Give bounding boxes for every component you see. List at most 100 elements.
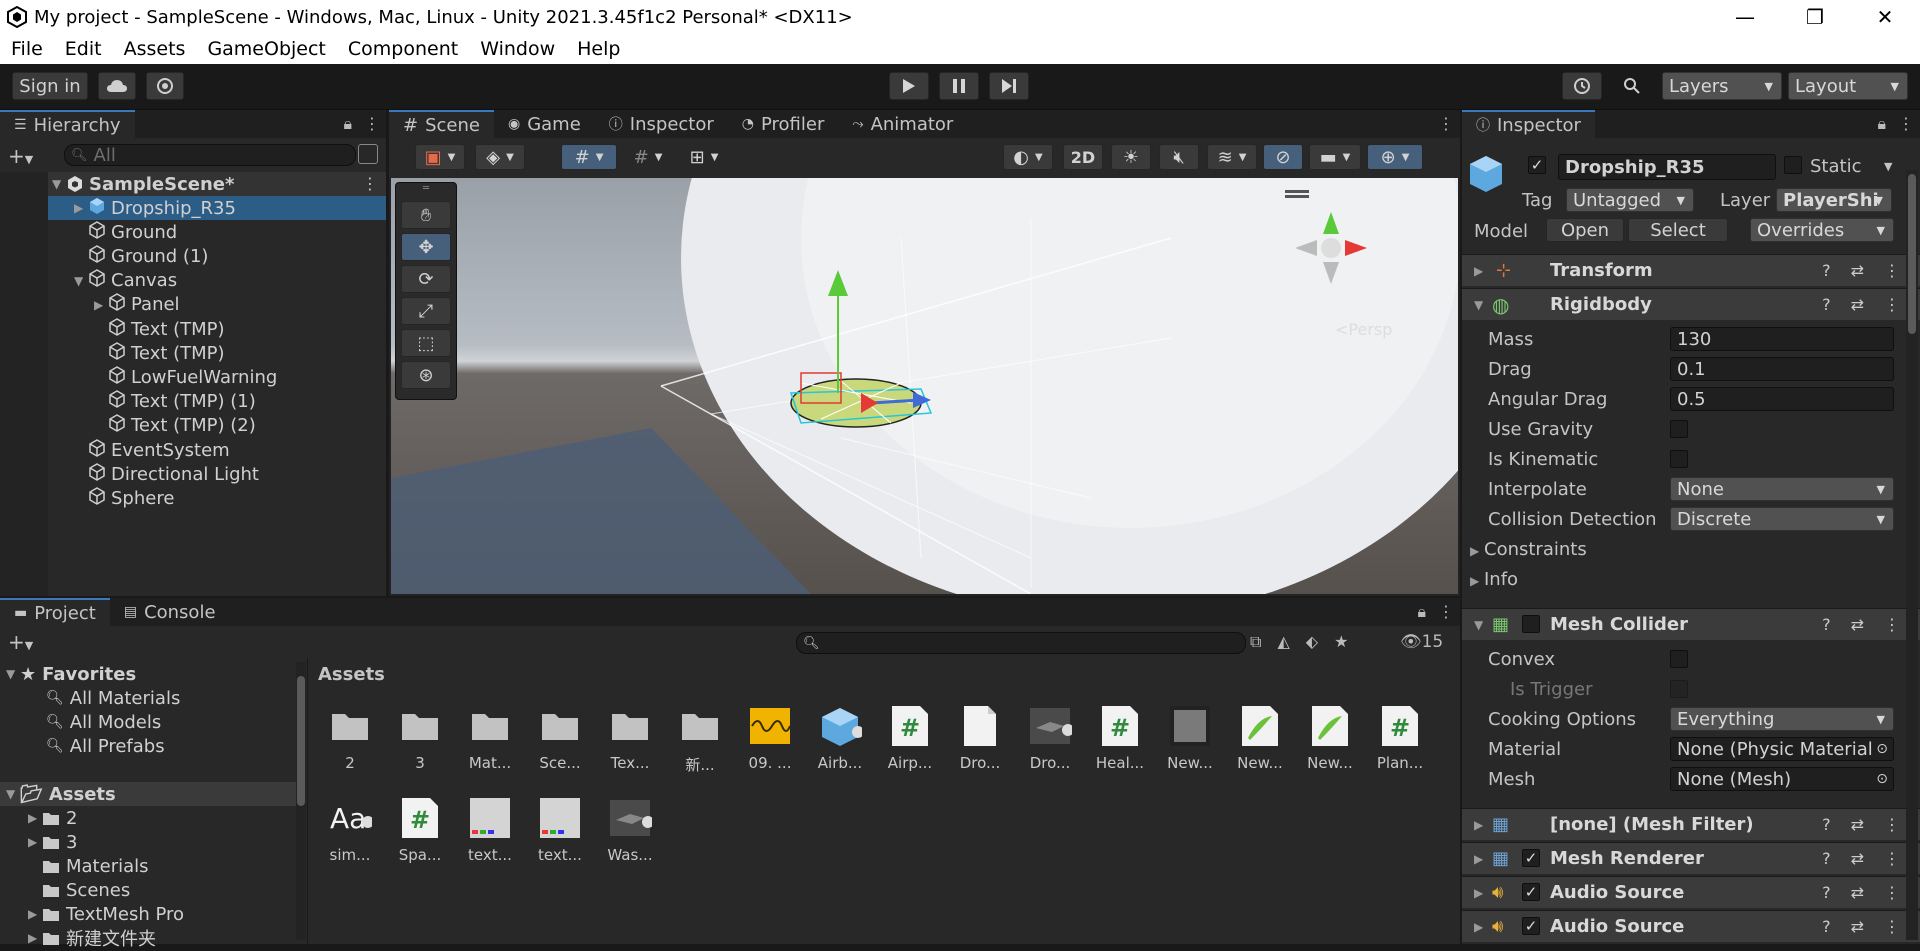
add-button[interactable]: +▼ [8,144,33,168]
tab-inspector-right[interactable]: ⓘ Inspector [1462,110,1595,138]
mass-field[interactable]: 130 [1670,327,1894,351]
asset-item[interactable]: Dro... [1018,704,1082,772]
tab-console[interactable]: ▤ Console [109,598,230,626]
pause-button[interactable] [939,72,979,100]
more-icon[interactable]: ⋮ [1884,295,1900,314]
info-foldout[interactable]: ▶ Info [1470,569,1518,590]
model-select-button[interactable]: Select [1628,218,1728,242]
material-field[interactable]: None (Physic Material ⊙ [1670,737,1894,761]
mesh-field[interactable]: None (Mesh) ⊙ [1670,767,1894,791]
asset-item[interactable]: Sce... [528,704,592,772]
projection-label[interactable]: <Persp [1335,320,1392,339]
asset-item[interactable]: Tex... [598,704,662,772]
convex-checkbox[interactable] [1670,650,1688,668]
sign-in-button[interactable]: Sign in [12,72,88,100]
layout-dropdown[interactable]: Layout ▼ [1788,72,1908,100]
expand-arrow-icon[interactable]: ▼ [52,177,66,191]
step-button[interactable] [989,72,1029,100]
drag-field[interactable]: 0.1 [1670,357,1894,381]
toggle-2d-button[interactable]: 2D [1063,144,1103,170]
menu-help[interactable]: Help [566,38,631,60]
mesh-renderer-header[interactable]: ▶ ▦ ✓ Mesh Renderer ? ⇄ ⋮ [1462,842,1920,874]
lock-icon[interactable]: 🔒︎ [343,114,352,134]
mesh-filter-header[interactable]: ▶ ▦ [none] (Mesh Filter) ? ⇄ ⋮ [1462,808,1920,840]
expand-arrow-icon[interactable]: ▶ [1474,920,1488,934]
cooking-options-dropdown[interactable]: Everything ▼ [1670,707,1894,731]
expand-arrow-icon[interactable]: ▼ [1474,298,1488,312]
preset-icon[interactable]: ⇄ [1851,615,1864,634]
assets-breadcrumb[interactable]: Assets [318,664,385,685]
more-icon[interactable]: ⋮ [1884,849,1900,868]
more-icon[interactable]: ⋮ [1438,602,1454,622]
hierarchy-item[interactable]: Ground [74,220,177,244]
help-icon[interactable]: ? [1822,917,1831,936]
close-button[interactable]: ✕ [1850,0,1920,34]
expand-arrow-icon[interactable]: ▶ [28,907,42,921]
more-icon[interactable]: ⋮ [1438,114,1454,133]
rect-tool-button[interactable]: ⬚ [401,329,451,357]
active-checkbox[interactable]: ✓ [1528,156,1546,174]
help-icon[interactable]: ? [1822,615,1831,634]
preset-icon[interactable]: ⇄ [1851,295,1864,314]
is-kinematic-checkbox[interactable] [1670,450,1688,468]
model-open-button[interactable]: Open [1546,218,1624,242]
expand-arrow-icon[interactable]: ▶ [28,931,42,945]
expand-arrow-icon[interactable]: ▶ [1474,886,1488,900]
asset-item[interactable]: Aa sim... [318,796,382,864]
visibility-button[interactable]: ⊘ [1263,144,1303,170]
more-icon[interactable]: ⋮ [1898,114,1914,134]
asset-item[interactable]: New... [1298,704,1362,772]
expand-arrow-icon[interactable]: ▼ [1474,618,1488,632]
audio-source-header-1[interactable]: ▶ 🔊︎ ✓ Audio Source ? ⇄ ⋮ [1462,876,1920,908]
preset-icon[interactable]: ⇄ [1851,883,1864,902]
scene-viewport[interactable]: <Persp ═ ✋︎ ✥ ⟳ ⤢ ⬚ ⊛ [391,178,1458,594]
expand-arrow-icon[interactable]: ▶ [1474,264,1488,278]
hierarchy-item[interactable]: Text (TMP) [94,341,225,365]
hierarchy-item[interactable]: Ground (1) [74,244,208,268]
hand-tool-button[interactable]: ✋︎ [401,201,451,229]
hierarchy-search-input[interactable]: 🔍︎ All [64,144,356,166]
render-mode-button[interactable]: ◈ ▼ [475,144,525,170]
draw-mode-button[interactable]: ▣ ▼ [415,144,465,170]
filter-type-icon[interactable]: ⧉ [1250,632,1261,652]
hierarchy-item[interactable]: LowFuelWarning [94,365,277,389]
asset-item[interactable]: Was... [598,796,662,864]
help-icon[interactable]: ? [1822,849,1831,868]
object-picker-icon[interactable]: ⊙ [1876,741,1888,757]
play-button[interactable] [889,72,929,100]
hierarchy-item[interactable]: Text (TMP) (2) [94,414,256,438]
scene-more-icon[interactable]: ⋮ [362,174,378,193]
tag-dropdown[interactable]: Untagged ▼ [1566,188,1694,212]
tab-inspector[interactable]: ⓘ Inspector [594,110,728,138]
tab-animator[interactable]: ⤳ Animator [838,110,968,138]
expand-arrow-icon[interactable]: ▶ [74,201,88,215]
static-dropdown-arrow[interactable]: ▼ [1884,160,1892,173]
ruler-button[interactable]: ⊞ ▼ [679,144,729,170]
help-icon[interactable]: ? [1822,261,1831,280]
preset-icon[interactable]: ⇄ [1851,261,1864,280]
favorites-header[interactable]: ▼ ★ Favorites [6,662,136,686]
project-add-button[interactable]: +▼ [8,630,33,654]
lock-icon[interactable]: 🔒︎ [1417,602,1426,622]
hierarchy-item[interactable]: Directional Light [74,462,259,486]
hierarchy-item[interactable]: EventSystem [74,438,230,462]
history-button[interactable] [1562,72,1602,100]
palette-handle[interactable]: ═ [396,183,456,197]
effects-button[interactable]: ≋ ▼ [1207,144,1257,170]
tab-project[interactable]: ▬ Project [0,598,110,626]
lighting-button[interactable]: ☀ [1111,144,1151,170]
hierarchy-item[interactable]: Sphere [74,486,174,510]
tab-scene[interactable]: # Scene [389,110,494,138]
expand-arrow-icon[interactable]: ▶ [94,298,108,312]
menu-edit[interactable]: Edit [54,38,113,60]
preset-icon[interactable]: ⇄ [1851,849,1864,868]
help-icon[interactable]: ? [1822,295,1831,314]
inspector-scrollbar[interactable] [1906,170,1918,940]
hierarchy-item[interactable]: ▶ Dropship_R35 [74,196,236,220]
asset-item[interactable]: 2 [318,704,382,772]
transform-header[interactable]: ▶ ⊹ Transform ? ⇄ ⋮ [1462,254,1920,286]
collab-button[interactable] [146,72,184,100]
expand-arrow-icon[interactable]: ▶ [28,811,42,825]
interpolate-dropdown[interactable]: None ▼ [1670,477,1894,501]
menu-window[interactable]: Window [469,38,566,60]
